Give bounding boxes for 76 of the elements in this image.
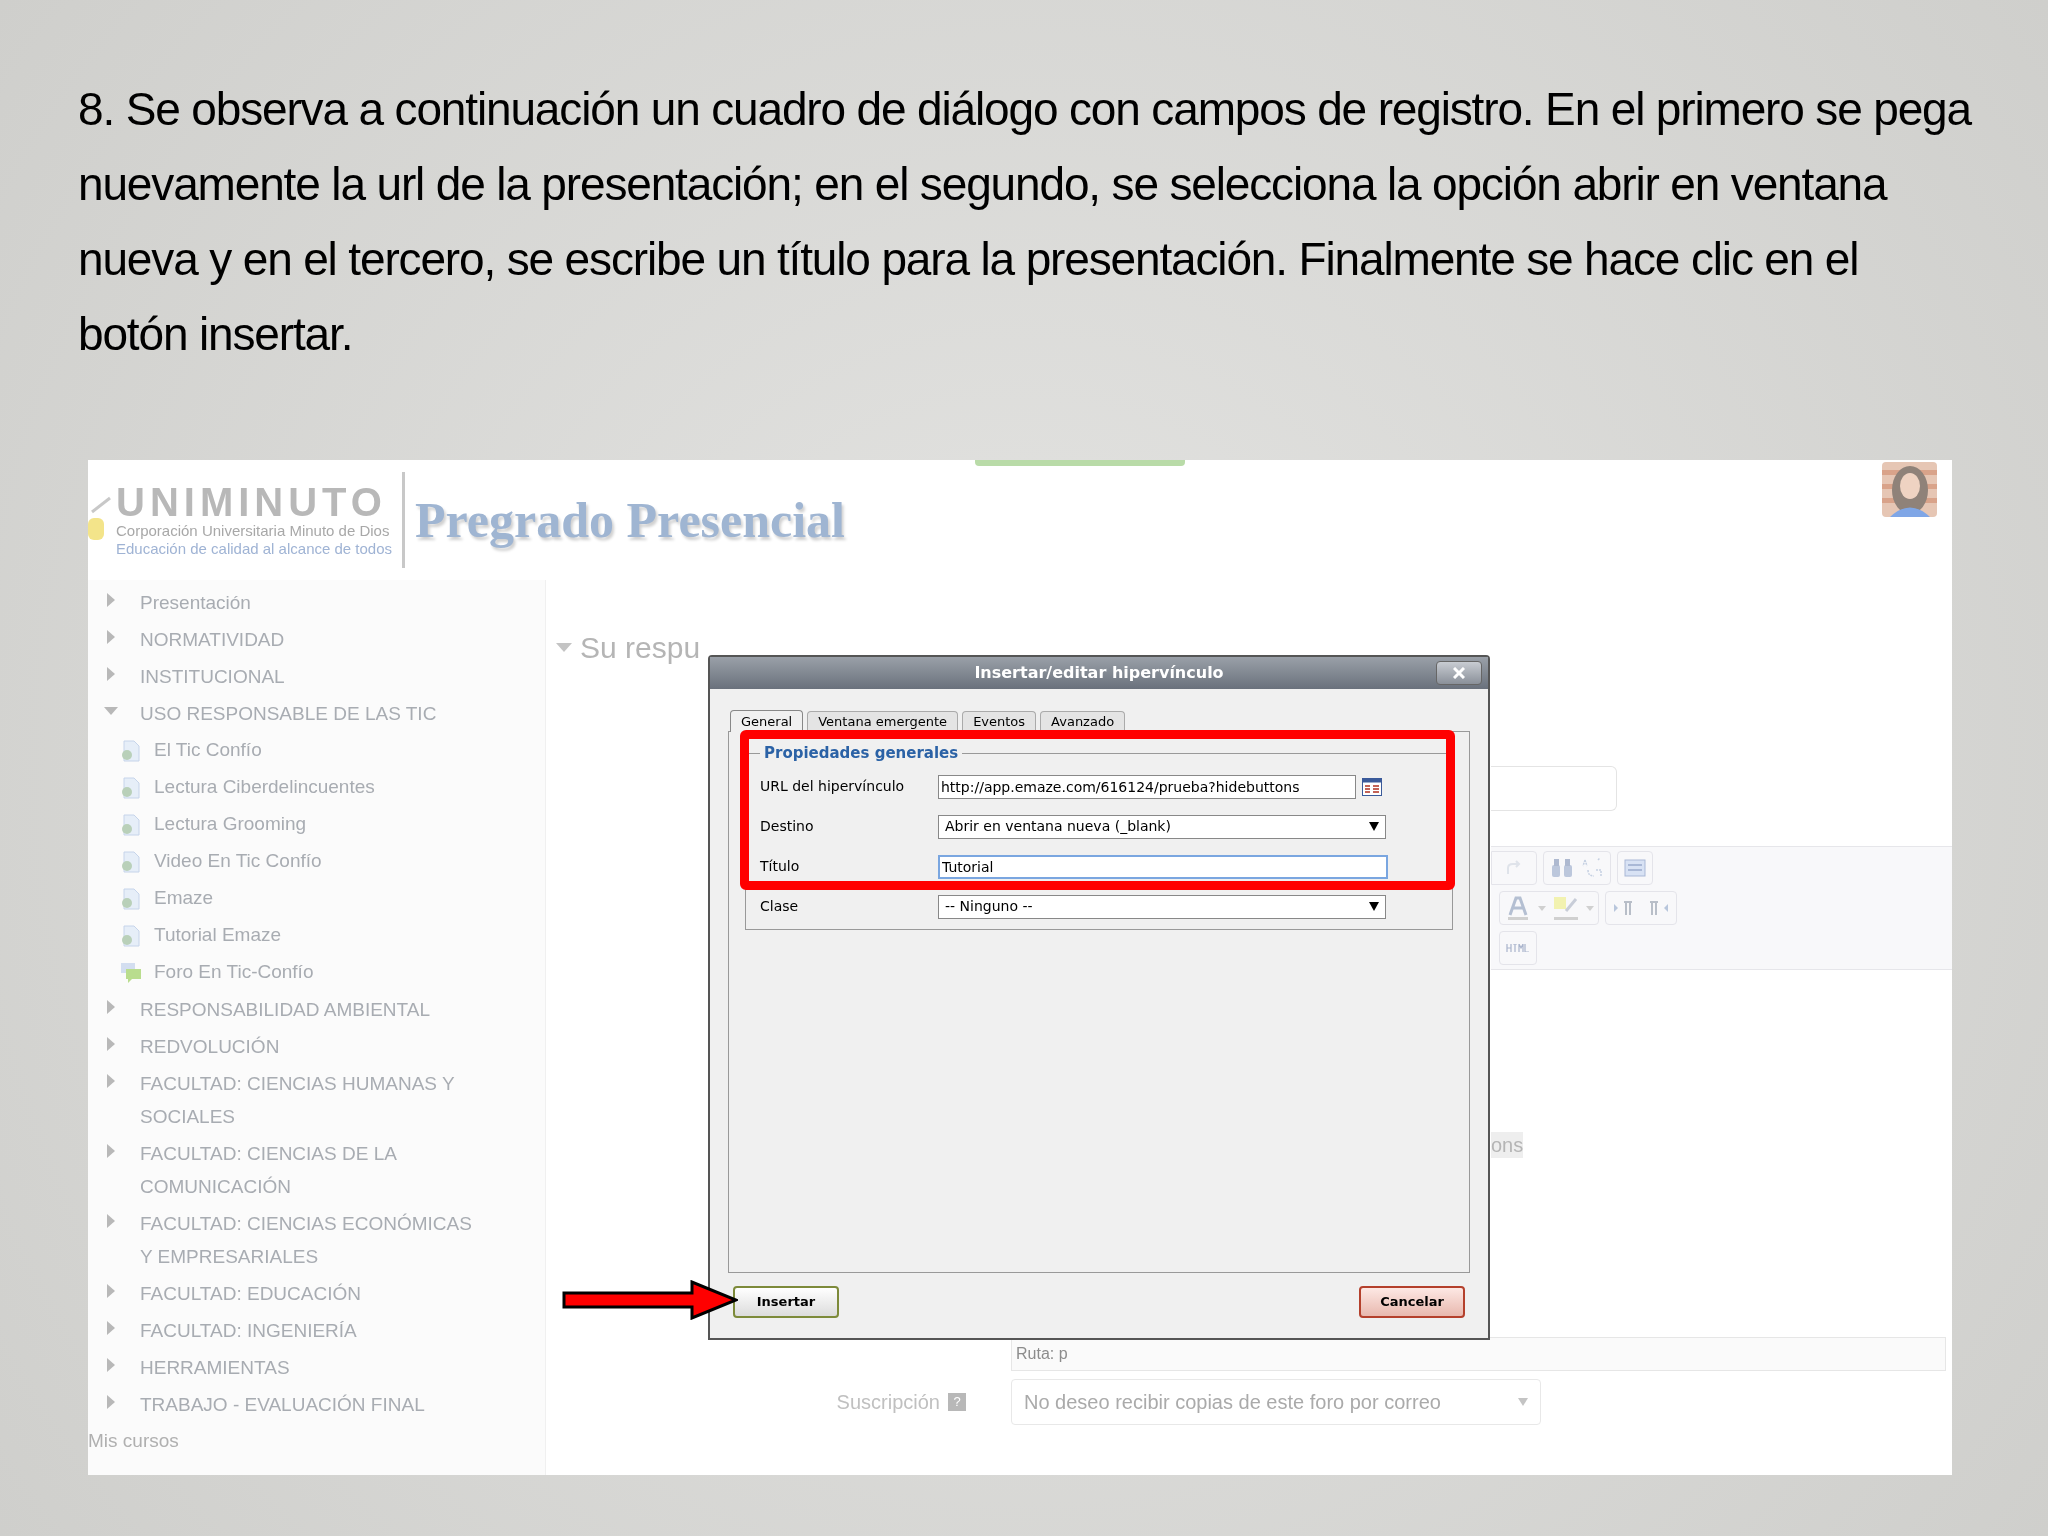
sidebar-item[interactable]: El Tic Confío xyxy=(154,736,262,765)
sidebar-link[interactable]: Mis cursos xyxy=(88,1423,545,1459)
sidebar-item[interactable]: Presentación xyxy=(140,584,480,621)
sidebar-item[interactable]: INSTITUCIONAL xyxy=(140,658,480,695)
sidebar-item[interactable]: TRABAJO - EVALUACIÓN FINAL xyxy=(140,1386,480,1423)
sidebar-item[interactable]: Lectura Ciberdelincuentes xyxy=(154,773,375,802)
code-icon xyxy=(1506,944,1530,952)
text-field[interactable]: http://app.emaze.com/616124/prueba?hidebuttons xyxy=(938,774,1356,799)
sidebar-item[interactable]: Tutorial Emaze xyxy=(154,921,282,950)
dialog-tab[interactable]: Eventos xyxy=(962,711,1037,731)
document-icon xyxy=(120,924,142,947)
caret-icon[interactable] xyxy=(1586,905,1594,911)
sidebar-item[interactable]: NORMATIVIDAD xyxy=(140,621,480,658)
replace-icon[interactable] xyxy=(1580,856,1604,880)
dialog-tab[interactable]: Avanzado xyxy=(1040,711,1126,731)
sidebar-item[interactable]: Emaze xyxy=(154,884,214,913)
caret-icon xyxy=(1518,1398,1528,1406)
left-to-right-icon[interactable] xyxy=(1614,900,1634,916)
sidebar-item[interactable]: Foro En Tic-Confío xyxy=(154,958,314,987)
document-icon xyxy=(120,776,142,799)
site-title: Pregrado Presencial xyxy=(415,490,845,550)
sidebar-item[interactable]: FACULTAD: CIENCIAS DE LA COMUNICACIÓN xyxy=(140,1135,480,1205)
document-icon xyxy=(120,887,142,910)
field-label: Destino xyxy=(760,817,815,836)
select-field[interactable]: Abrir en ventana nueva (_blank) xyxy=(938,814,1386,839)
help-icon[interactable]: ? xyxy=(948,1393,966,1411)
collapse-icon[interactable] xyxy=(556,643,572,653)
text-fragment: ons xyxy=(1491,1132,1524,1158)
sidebar-item[interactable]: FACULTAD: INGENIERÍA xyxy=(140,1312,480,1349)
html-source-button[interactable] xyxy=(1499,931,1537,965)
speech-bubbles-icon xyxy=(120,961,142,984)
sidebar-item[interactable]: HERRAMIENTAS xyxy=(140,1349,480,1386)
path-bar: Ruta: p xyxy=(1011,1337,1946,1371)
sidebar-item[interactable]: FACULTAD: CIENCIAS HUMANAS Y SOCIALES xyxy=(140,1065,480,1135)
field-label: URL del hipervínculo xyxy=(760,777,906,796)
insert-button[interactable]: Insertar xyxy=(733,1286,839,1318)
sidebar-item[interactable]: FACULTAD: EDUCACIÓN xyxy=(140,1275,480,1312)
dialog-title: Insertar/editar hipervínculo xyxy=(973,662,1225,684)
right-to-left-icon[interactable] xyxy=(1648,900,1668,916)
sidebar-item[interactable]: REDVOLUCIÓN xyxy=(140,1028,480,1065)
binoculars-icon[interactable] xyxy=(1550,857,1574,879)
sidebar-item[interactable]: Lectura Grooming xyxy=(154,810,307,839)
select-field[interactable]: -- Ninguno -- xyxy=(938,894,1386,919)
text-field[interactable]: Tutorial xyxy=(938,854,1388,879)
caret-icon xyxy=(1369,902,1379,911)
dialog-tab[interactable]: Ventana emergente xyxy=(807,711,959,731)
document-icon xyxy=(120,739,142,762)
logo-tagline: Educación de calidad al alcance de todos xyxy=(116,540,393,558)
close-icon xyxy=(1453,667,1465,679)
document-icon xyxy=(120,850,142,873)
text-field[interactable] xyxy=(1491,766,1617,811)
highlighter-icon[interactable] xyxy=(1552,895,1580,921)
close-button[interactable] xyxy=(1436,661,1482,685)
fullscreen-button[interactable] xyxy=(1617,851,1653,885)
sidebar-item[interactable]: RESPONSABILIDAD AMBIENTAL xyxy=(140,991,480,1028)
document-icon xyxy=(120,813,142,836)
field-label: Suscripción xyxy=(836,1390,940,1415)
logo-wordmark: UNIMINUTO xyxy=(116,482,388,522)
field-label: Título xyxy=(760,857,801,876)
sidebar-item[interactable]: FACULTAD: CIENCIAS ECONÓMICAS Y EMPRESARIALES xyxy=(140,1205,480,1275)
subscription-select[interactable]: No deseo recibir copias de este foro por correo xyxy=(1011,1379,1541,1425)
redo-button[interactable] xyxy=(1491,851,1537,885)
window-icon xyxy=(1624,859,1646,877)
caret-icon[interactable] xyxy=(1538,905,1546,911)
cancel-button[interactable]: Cancelar xyxy=(1359,1286,1465,1318)
sidebar-item[interactable]: Video En Tic Confío xyxy=(154,847,322,876)
slide-caption: 8. Se observa a continuación un cuadro de diálogo con campos de registro. En el primero se pega nuevamente la url de la presentación; en el segundo, se selecciona la opción abrir en ventana nueva y en el tercero, se escribe un título para la presentación. Finalmente se hace clic en el botón insertar. xyxy=(78,82,1973,362)
dialog-tab[interactable]: General xyxy=(730,710,804,732)
redo-icon xyxy=(1505,860,1523,876)
logo-subtitle: Corporación Universitaria Minuto de Dios xyxy=(116,522,391,540)
section-heading: Su respu xyxy=(580,630,701,666)
caret-icon xyxy=(1369,822,1379,831)
sidebar-item[interactable]: USO RESPONSABLE DE LAS TIC xyxy=(140,695,480,732)
browse-icon[interactable] xyxy=(1362,777,1382,796)
fieldset-legend: Propiedades generales xyxy=(760,742,963,765)
field-label: Clase xyxy=(760,897,800,916)
